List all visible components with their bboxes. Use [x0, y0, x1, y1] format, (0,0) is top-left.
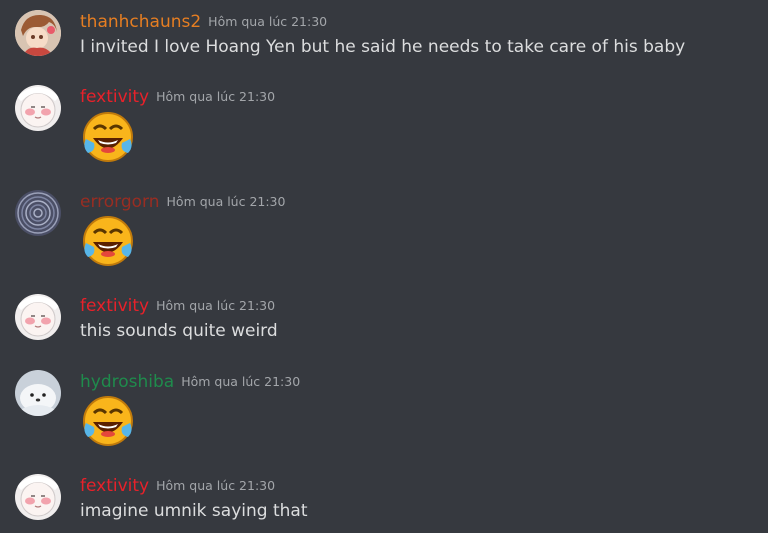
message-text: I invited I love Hoang Yen but he said h… — [80, 37, 686, 57]
username[interactable]: hydroshiba — [80, 372, 174, 392]
user-avatar[interactable] — [15, 10, 61, 56]
message-header: thanhchauns2 Hôm qua lúc 21:30 — [80, 12, 327, 32]
message-text: imagine umnik saying that — [80, 501, 308, 521]
timestamp: Hôm qua lúc 21:30 — [156, 298, 276, 313]
crying-laughing-emoji — [80, 213, 136, 269]
username[interactable]: fextivity — [80, 87, 149, 107]
crying-laughing-emoji — [80, 393, 136, 449]
user-avatar[interactable] — [15, 370, 61, 416]
chat-message-list: thanhchauns2 Hôm qua lúc 21:30 I invited … — [0, 0, 768, 533]
message-header: errorgorn Hôm qua lúc 21:30 — [80, 192, 285, 212]
user-avatar[interactable] — [15, 474, 61, 520]
timestamp: Hôm qua lúc 21:30 — [208, 14, 328, 29]
message-header: fextivity Hôm qua lúc 21:30 — [80, 87, 275, 107]
timestamp: Hôm qua lúc 21:30 — [156, 478, 276, 493]
message-text: this sounds quite weird — [80, 321, 278, 341]
timestamp: Hôm qua lúc 21:30 — [166, 194, 286, 209]
message-header: hydroshiba Hôm qua lúc 21:30 — [80, 372, 300, 392]
user-avatar[interactable] — [15, 294, 61, 340]
message-header: fextivity Hôm qua lúc 21:30 — [80, 296, 275, 316]
timestamp: Hôm qua lúc 21:30 — [156, 89, 276, 104]
message-header: fextivity Hôm qua lúc 21:30 — [80, 476, 275, 496]
timestamp: Hôm qua lúc 21:30 — [181, 374, 301, 389]
user-avatar[interactable] — [15, 190, 61, 236]
username[interactable]: errorgorn — [80, 192, 160, 212]
username[interactable]: thanhchauns2 — [80, 12, 201, 32]
crying-laughing-emoji — [80, 109, 136, 165]
username[interactable]: fextivity — [80, 296, 149, 316]
user-avatar[interactable] — [15, 85, 61, 131]
username[interactable]: fextivity — [80, 476, 149, 496]
